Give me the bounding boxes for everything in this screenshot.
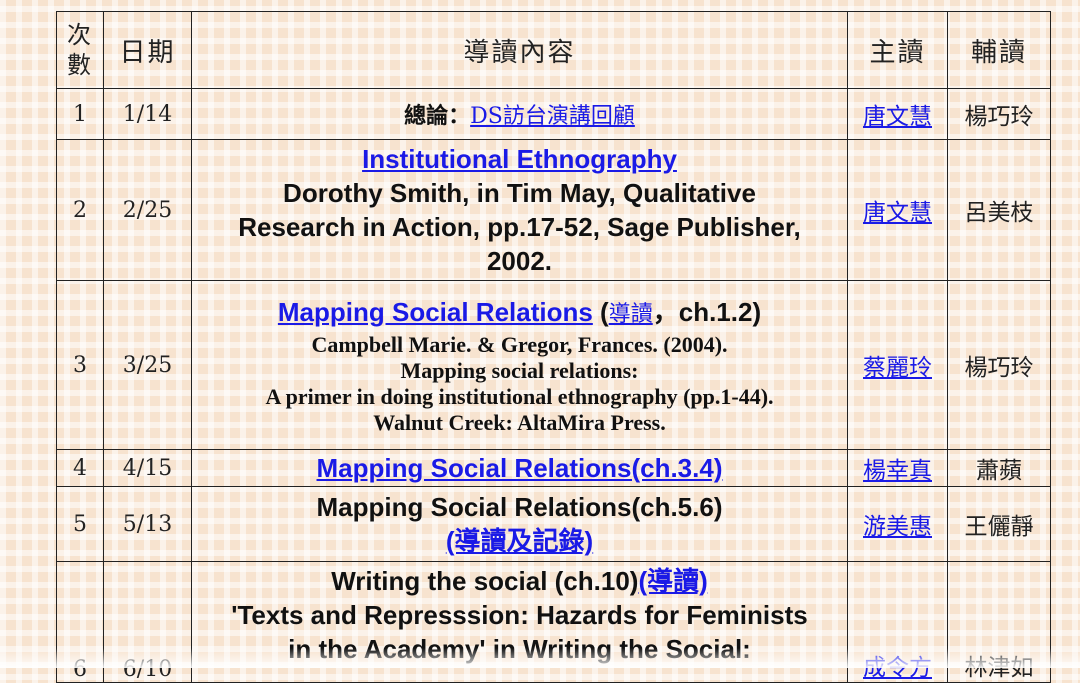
session-content: Mapping Social Relations (導讀，ch.1.2) Cam…	[191, 280, 848, 450]
citation-line: Mapping Social Relations(ch.5.6)	[316, 492, 723, 522]
citation-line: Dorothy Smith, in Tim May, Qualitative	[283, 178, 756, 208]
table-row: 5 5/13 Mapping Social Relations(ch.5.6) …	[56, 486, 1051, 562]
assistant-reader: 王儷靜	[947, 486, 1051, 562]
assistant-reader: 楊巧玲	[947, 88, 1051, 140]
lead-reader-cell: 唐文慧	[847, 139, 948, 281]
citation-line: Campbell Marie. & Gregor, Frances. (2004…	[311, 331, 728, 357]
session-content: Institutional Ethnography Dorothy Smith,…	[191, 139, 848, 281]
session-date: 3/25	[103, 280, 192, 450]
lead-reader-link[interactable]: 唐文慧	[863, 200, 932, 226]
header-content: 導讀內容	[191, 11, 848, 89]
citation-line: A primer in doing institutional ethnogra…	[265, 383, 774, 409]
mapping-social-relations-link[interactable]: Mapping Social Relations	[278, 297, 593, 327]
header-assistant-reader: 輔讀	[947, 11, 1051, 89]
lead-reader-link[interactable]: 游美惠	[863, 514, 932, 540]
citation-line: Writing the social (ch.10)	[331, 566, 639, 596]
session-number: 1	[56, 88, 104, 140]
citation-line: 'Texts and Represssion: Hazards for Femi…	[231, 600, 808, 630]
guide-link[interactable]: 導讀	[609, 302, 653, 327]
bottom-fade	[0, 648, 1080, 668]
lead-reader-cell: 蔡麗玲	[847, 280, 948, 450]
lead-reader-link[interactable]: 蔡麗玲	[863, 355, 932, 381]
header-session-number-label: 次數	[67, 21, 93, 79]
lead-reader-cell: 唐文慧	[847, 88, 948, 140]
session-date: 1/14	[103, 88, 192, 140]
content-prefix: 總論：	[404, 103, 471, 129]
lead-reader-link[interactable]: 楊幸真	[863, 458, 932, 484]
schedule-container: 次數 日期 導讀內容 主讀 輔讀 1 1/14 總論：DS訪台演講回顧 唐文慧 …	[56, 11, 1051, 683]
ds-lecture-review-link[interactable]: DS訪台演講回顧	[470, 104, 635, 129]
session-number: 4	[56, 449, 104, 487]
header-lead-reader: 主讀	[847, 11, 948, 89]
session-date: 4/15	[103, 449, 192, 487]
table-header-row: 次數 日期 導讀內容 主讀 輔讀	[56, 11, 1051, 89]
session-date: 5/13	[103, 486, 192, 562]
lead-reader-cell: 楊幸真	[847, 449, 948, 487]
citation-line: 2002.	[486, 246, 553, 276]
assistant-reader: 蕭蘋	[947, 449, 1051, 487]
guide-and-record-link[interactable]: (導讀及記錄)	[446, 526, 593, 556]
table-row: 4 4/15 Mapping Social Relations(ch.3.4) …	[56, 449, 1051, 487]
lead-reader-cell: 游美惠	[847, 486, 948, 562]
citation-line: Research in Action, pp.17-52, Sage Publi…	[238, 212, 801, 242]
table-row: 2 2/25 Institutional Ethnography Dorothy…	[56, 139, 1051, 281]
header-date: 日期	[103, 11, 192, 89]
header-session-number: 次數	[56, 11, 104, 89]
mapping-social-relations-ch34-link[interactable]: Mapping Social Relations(ch.3.4)	[317, 453, 723, 483]
table-row: 1 1/14 總論：DS訪台演講回顧 唐文慧 楊巧玲	[56, 88, 1051, 140]
paren-open: (	[592, 296, 609, 327]
session-number: 2	[56, 139, 104, 281]
citation-line: Mapping social relations:	[400, 357, 639, 383]
table-row: 3 3/25 Mapping Social Relations (導讀，ch.1…	[56, 280, 1051, 450]
session-number: 5	[56, 486, 104, 562]
paren-rest: ，ch.1.2)	[652, 296, 762, 327]
session-content: Mapping Social Relations(ch.5.6) (導讀及記錄)	[191, 486, 848, 562]
session-date: 2/25	[103, 139, 192, 281]
session-number: 3	[56, 280, 104, 450]
assistant-reader: 呂美枝	[947, 139, 1051, 281]
lead-reader-link[interactable]: 唐文慧	[863, 104, 932, 130]
session-content: 總論：DS訪台演講回顧	[191, 88, 848, 140]
reading-schedule-table: 次數 日期 導讀內容 主讀 輔讀 1 1/14 總論：DS訪台演講回顧 唐文慧 …	[56, 11, 1051, 683]
assistant-reader: 楊巧玲	[947, 280, 1051, 450]
session-content: Mapping Social Relations(ch.3.4)	[191, 449, 848, 487]
institutional-ethnography-link[interactable]: Institutional Ethnography	[362, 144, 677, 174]
guide-link[interactable]: (導讀)	[638, 566, 707, 596]
citation-line: Walnut Creek: AltaMira Press.	[373, 409, 666, 435]
